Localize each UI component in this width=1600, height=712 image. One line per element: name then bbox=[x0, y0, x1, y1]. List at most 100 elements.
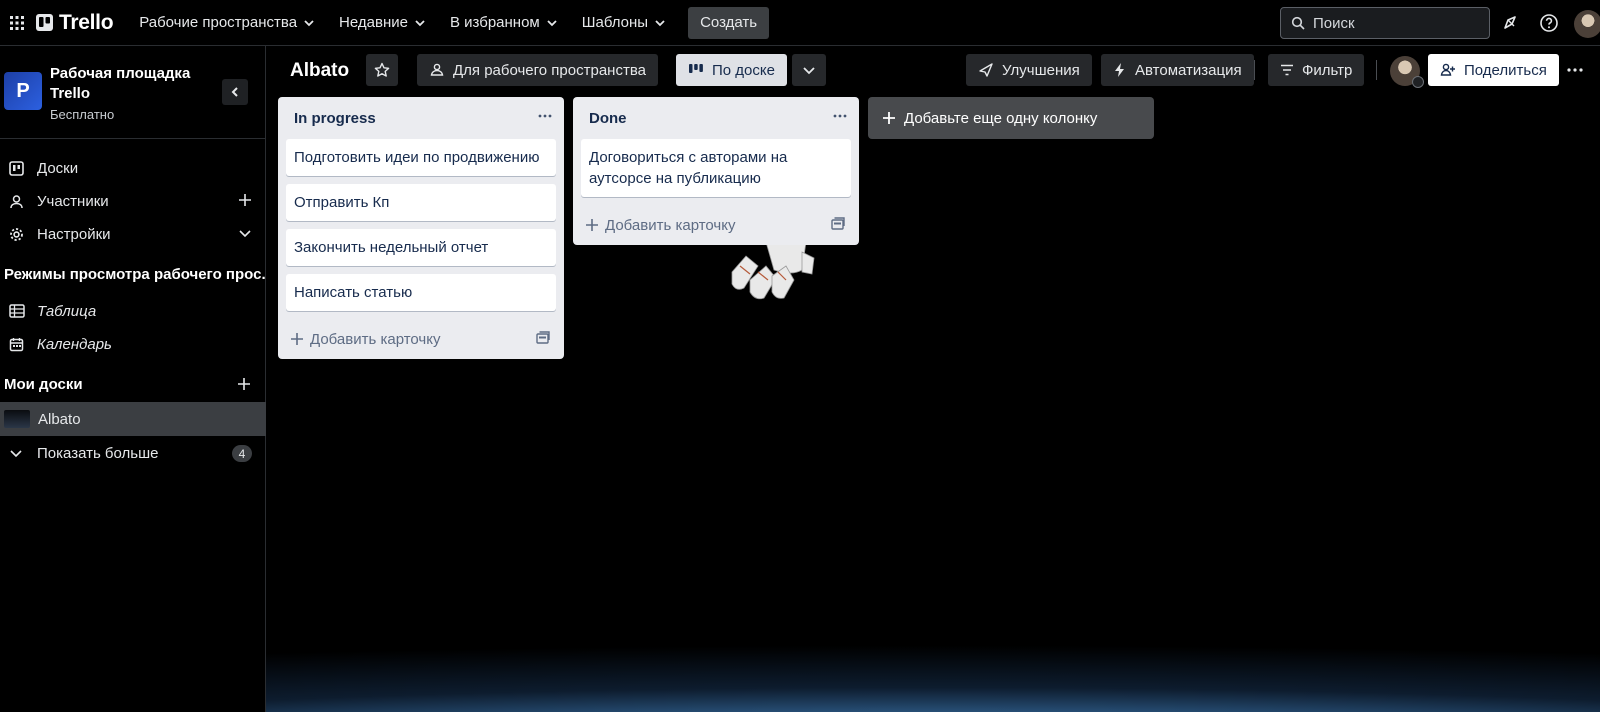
sidebar-item-calendar[interactable]: Календарь bbox=[0, 328, 266, 360]
megaphone-icon bbox=[1504, 16, 1516, 29]
show-more-label: Показать больше bbox=[37, 444, 159, 462]
show-more-count: 4 bbox=[232, 445, 252, 462]
logo-text: Trello bbox=[59, 10, 114, 34]
list-in-progress: In progress Подготовить идеи по продвиже… bbox=[278, 97, 564, 359]
list-menu-button[interactable] bbox=[833, 109, 847, 123]
add-member-button[interactable] bbox=[238, 193, 252, 207]
sidebar-item-boards[interactable]: Доски bbox=[0, 152, 266, 184]
chevron-down-icon bbox=[547, 19, 557, 26]
create-from-template-button[interactable] bbox=[831, 217, 845, 230]
chevron-down-icon bbox=[655, 19, 665, 26]
trello-logo[interactable]: Trello bbox=[36, 10, 114, 35]
chevron-down-icon bbox=[304, 19, 314, 26]
workspace-name[interactable]: Рабочая площадка Trello bbox=[50, 64, 210, 104]
board-icon bbox=[9, 160, 24, 176]
rocket-icon bbox=[979, 63, 993, 77]
help-icon bbox=[1540, 14, 1558, 32]
card[interactable]: Закончить недельный отчет bbox=[286, 229, 556, 266]
nav-starred[interactable]: В избранном bbox=[438, 7, 570, 39]
show-more-button[interactable]: Показать больше 4 bbox=[0, 437, 266, 469]
template-icon bbox=[536, 331, 550, 344]
filter-label: Фильтр bbox=[1302, 61, 1353, 79]
share-button[interactable]: Поделиться bbox=[1428, 54, 1559, 86]
add-list-label: Добавьте еще одну колонку bbox=[904, 109, 1098, 127]
nav-templates[interactable]: Шаблоны bbox=[570, 7, 678, 39]
filter-button[interactable]: Фильтр bbox=[1268, 54, 1365, 86]
chevron-down-icon bbox=[10, 450, 22, 458]
settings-expand-button[interactable] bbox=[238, 226, 252, 240]
top-navigation-bar: Trello Рабочие пространства Недавние В и… bbox=[0, 0, 1600, 46]
share-label: Поделиться bbox=[1464, 61, 1547, 79]
list-header: In progress bbox=[278, 97, 564, 139]
visibility-button[interactable]: Для рабочего пространства bbox=[417, 54, 658, 86]
more-icon bbox=[538, 114, 552, 118]
card[interactable]: Написать статью bbox=[286, 274, 556, 311]
visibility-label: Для рабочего пространства bbox=[453, 61, 646, 79]
board-view-button[interactable]: По доске bbox=[676, 54, 787, 86]
create-button[interactable]: Создать bbox=[688, 6, 770, 39]
workspace-plan: Бесплатно bbox=[50, 107, 115, 122]
workspace-header: P Рабочая площадка Trello Бесплатно bbox=[0, 46, 266, 139]
card[interactable]: Отправить Кп bbox=[286, 184, 556, 221]
view-switcher-dropdown[interactable] bbox=[792, 54, 826, 86]
sidebar-item-label: Календарь bbox=[37, 335, 112, 353]
nav-workspaces-label: Рабочие пространства bbox=[139, 14, 298, 31]
search-input[interactable]: Поиск bbox=[1280, 7, 1490, 39]
search-placeholder: Поиск bbox=[1313, 14, 1355, 32]
add-person-icon bbox=[1440, 63, 1455, 76]
board-thumbnail bbox=[4, 410, 30, 428]
sidebar-item-label: Участники bbox=[37, 192, 109, 210]
board-menu-button[interactable] bbox=[1558, 54, 1592, 86]
create-from-template-button[interactable] bbox=[536, 331, 550, 344]
help-button[interactable] bbox=[1536, 10, 1562, 36]
filter-icon bbox=[1281, 64, 1293, 76]
list-title[interactable]: Done bbox=[589, 110, 627, 127]
add-card-label: Добавить карточку bbox=[310, 330, 441, 348]
nav-workspaces[interactable]: Рабочие пространства bbox=[127, 7, 327, 39]
chevron-left-icon bbox=[231, 87, 238, 97]
sidebar: P Рабочая площадка Trello Бесплатно Доск… bbox=[0, 46, 274, 712]
add-board-button[interactable] bbox=[237, 377, 251, 391]
lightning-icon bbox=[1115, 63, 1124, 77]
list-header: Done bbox=[573, 97, 859, 139]
add-card-label: Добавить карточку bbox=[605, 216, 736, 234]
calendar-icon bbox=[9, 337, 24, 351]
sidebar-item-members[interactable]: Участники bbox=[0, 185, 266, 217]
sidebar-item-settings[interactable]: Настройки bbox=[0, 218, 266, 250]
chevron-down-icon bbox=[239, 230, 251, 238]
star-icon bbox=[374, 62, 390, 77]
board-title[interactable]: Albato bbox=[290, 60, 349, 82]
person-icon bbox=[10, 194, 23, 208]
add-list-button[interactable]: Добавьте еще одну колонку bbox=[868, 97, 1154, 139]
header-divider bbox=[1254, 60, 1255, 80]
list-menu-button[interactable] bbox=[538, 109, 552, 123]
user-avatar[interactable] bbox=[1574, 10, 1600, 38]
views-section-title: Режимы просмотра рабочего прос... bbox=[4, 266, 274, 283]
app-switcher-button[interactable] bbox=[4, 10, 30, 36]
notifications-button[interactable] bbox=[1498, 10, 1524, 36]
nav-recent-label: Недавние bbox=[339, 14, 408, 31]
plus-icon bbox=[291, 333, 303, 345]
board-header: Albato Для рабочего пространства По доск… bbox=[266, 46, 1600, 98]
trello-logo-icon bbox=[36, 14, 53, 31]
sidebar-item-label: Настройки bbox=[37, 225, 111, 243]
nav-recent[interactable]: Недавние bbox=[327, 7, 438, 39]
automation-button[interactable]: Автоматизация bbox=[1101, 54, 1254, 86]
add-card-button[interactable]: Добавить карточку bbox=[278, 319, 564, 359]
plus-icon bbox=[239, 194, 251, 206]
sidebar-item-table[interactable]: Таблица bbox=[0, 295, 266, 327]
card[interactable]: Договориться с авторами на аутсорсе на п… bbox=[581, 139, 851, 197]
add-card-button[interactable]: Добавить карточку bbox=[573, 205, 859, 245]
powerups-button[interactable]: Улучшения bbox=[966, 54, 1092, 86]
sidebar-board-albato[interactable]: Albato bbox=[0, 402, 266, 436]
people-icon bbox=[430, 63, 444, 76]
chevron-down-icon bbox=[803, 67, 815, 75]
board-label: Albato bbox=[38, 410, 81, 428]
collapse-sidebar-button[interactable] bbox=[222, 79, 248, 105]
board-view-label: По доске bbox=[712, 61, 775, 79]
plus-icon bbox=[238, 378, 250, 390]
list-title[interactable]: In progress bbox=[294, 110, 376, 127]
star-board-button[interactable] bbox=[366, 54, 398, 86]
chevron-down-icon bbox=[415, 19, 425, 26]
card[interactable]: Подготовить идеи по продвижению bbox=[286, 139, 556, 176]
